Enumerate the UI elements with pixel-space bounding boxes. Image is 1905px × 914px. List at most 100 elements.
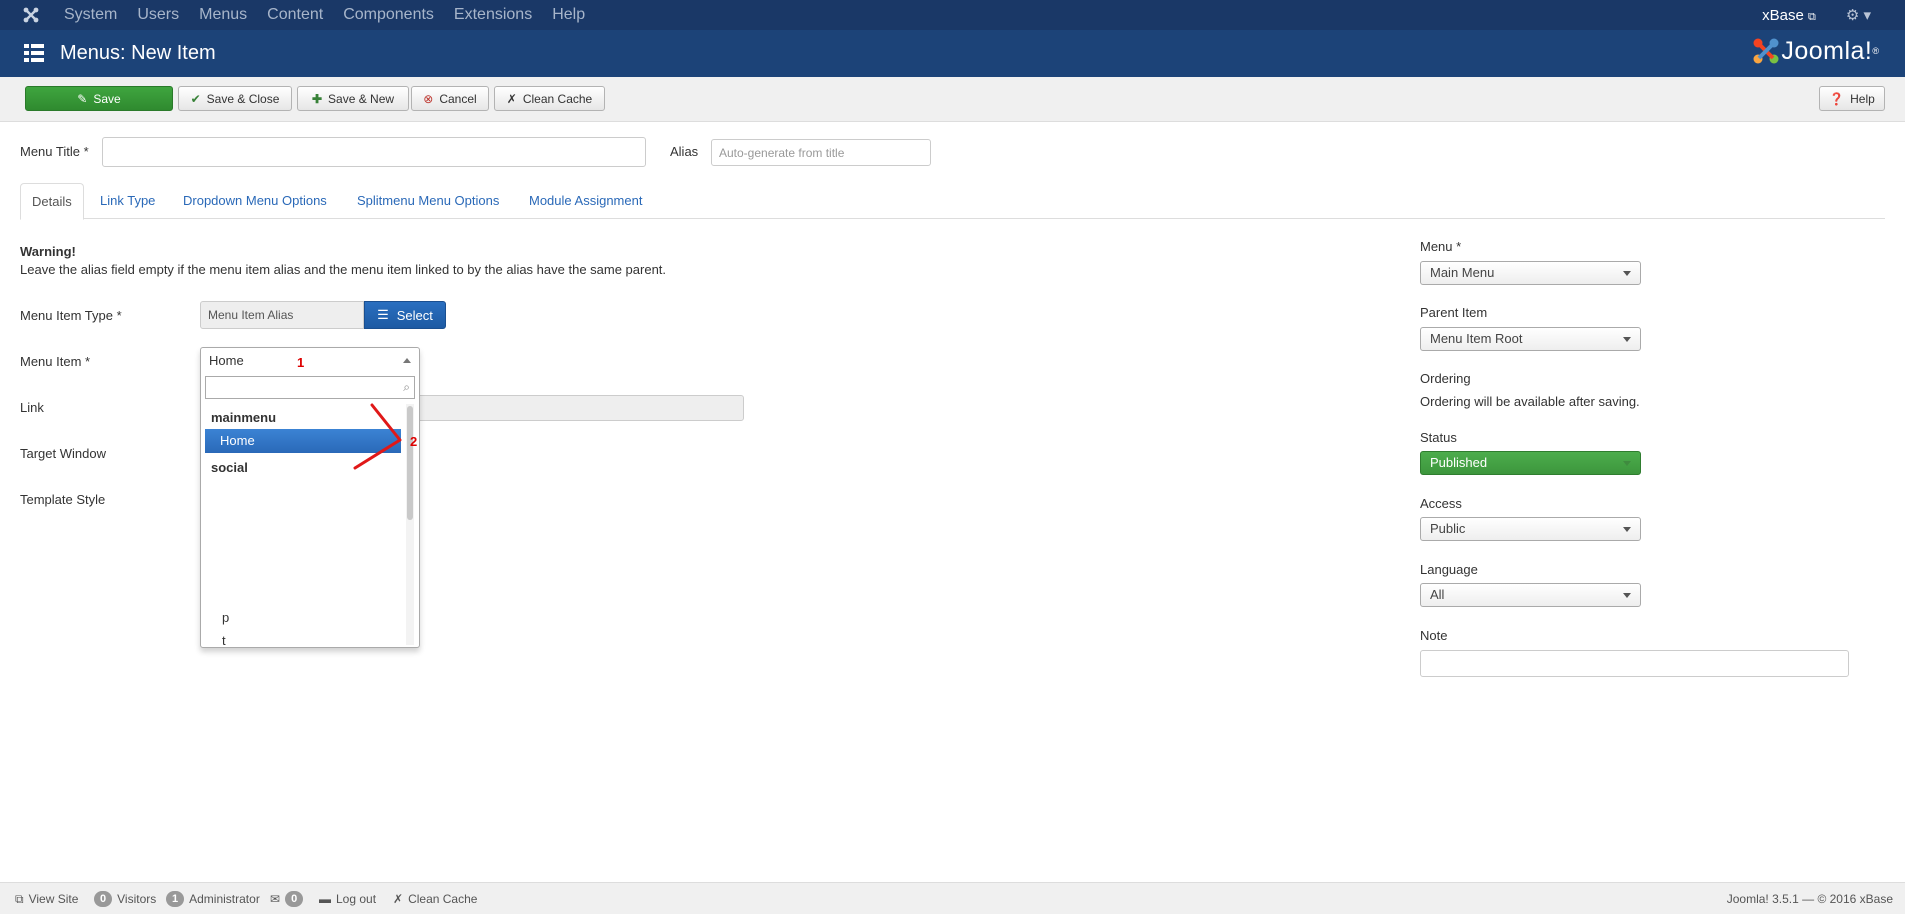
main-nav: System Users Menus Content Components Ex… [64,0,605,30]
nav-item-components[interactable]: Components [343,0,434,30]
visitors-indicator[interactable]: 0 Visitors [94,883,156,914]
site-link[interactable]: xBase ⧉ [1762,7,1816,24]
joomla-brand-icon [1753,38,1779,64]
clean-cache-footer-label: Clean Cache [408,892,478,906]
link-label: Link [20,400,44,415]
mail-icon: ✉ [270,892,281,906]
footer-clean-cache-link[interactable]: ✗ Clean Cache [393,883,477,914]
plus-icon: ✚ [311,91,323,106]
view-site-label: View Site [28,892,79,906]
warning-title: Warning! [20,244,76,259]
menu-select-value: Main Menu [1430,265,1495,280]
search-icon: ⌕ [403,380,410,394]
help-button[interactable]: ❓ Help [1819,86,1885,111]
chevron-down-icon [1623,527,1631,532]
target-window-label: Target Window [20,446,106,461]
note-input[interactable] [1420,650,1849,677]
option-group-mainmenu: mainmenu [211,410,277,425]
log-out-link[interactable]: ▬ Log out [319,883,376,914]
template-style-label: Template Style [20,492,106,507]
ordering-label: Ordering [1420,371,1471,386]
option-group-social: social [211,460,248,475]
annotation-marker-2: 2 [410,434,418,449]
option-p[interactable]: p [205,606,401,630]
language-select[interactable]: All [1420,583,1641,607]
top-nav-bar: System Users Menus Content Components Ex… [0,0,1905,30]
menu-title-label: Menu Title * [20,144,89,159]
menu-title-input[interactable] [102,137,646,167]
minus-icon: ▬ [319,892,331,906]
cancel-button[interactable]: ⊗ Cancel [411,86,489,111]
page-title: Menus: New Item [60,42,216,64]
note-label: Note [1420,628,1448,643]
version-label: Joomla! 3.5.1 [1726,892,1799,906]
nav-item-system[interactable]: System [64,0,117,30]
visitors-count: 0 [94,891,113,907]
status-select[interactable]: Published [1420,451,1641,475]
status-value: Published [1430,455,1488,470]
nav-item-extensions[interactable]: Extensions [454,0,532,30]
cancel-icon: ⊗ [423,91,434,106]
save-button[interactable]: ✎ Save [25,86,173,111]
messages-indicator[interactable]: ✉ 0 [270,883,304,914]
nav-item-menus[interactable]: Menus [199,0,247,30]
warning-text: Leave the alias field empty if the menu … [20,262,667,277]
clean-cache-button[interactable]: ✗ Clean Cache [494,86,605,111]
save-new-label: Save & New [328,91,395,106]
ordering-text: Ordering will be available after saving. [1420,394,1640,409]
access-select[interactable]: Public [1420,517,1641,541]
parent-item-value: Menu Item Root [1430,331,1523,346]
status-footer: ⧉ View Site 0 Visitors 1 Administrator ✉ 0 ▬… [0,882,1905,914]
view-site-link[interactable]: ⧉ View Site [15,883,78,914]
menu-item-dropdown[interactable]: Home ⌕ mainmenu Home social p t [200,347,420,648]
clean-cache-label: Clean Cache [522,91,593,106]
cancel-label: Cancel [439,91,477,106]
administrator-label: Administrator [189,892,260,906]
save-close-label: Save & Close [206,91,280,106]
dropdown-search-input[interactable]: ⌕ [205,376,415,399]
tab-link-type[interactable]: Link Type [100,183,155,219]
alias-input[interactable]: Auto-generate from title [711,139,931,166]
chevron-down-icon [1623,461,1631,466]
parent-item-label: Parent Item [1420,305,1488,320]
tab-dropdown-menu-options[interactable]: Dropdown Menu Options [183,183,327,219]
admin-count: 1 [166,891,185,907]
annotation-marker-1: 1 [297,355,305,370]
broom-icon: ✗ [393,892,404,906]
chevron-down-icon [1623,593,1631,598]
broom-icon: ✗ [506,91,517,106]
site-name: xBase [1762,6,1804,24]
joomla-logo-icon[interactable] [22,6,40,24]
joomla-brand: Joomla! ® [1751,34,1879,68]
menu-item-selected[interactable]: Home [201,348,419,374]
save-close-button[interactable]: ✔ Save & Close [178,86,292,111]
alias-label: Alias [670,144,699,159]
save-label: Save [93,91,121,106]
tab-splitmenu-menu-options[interactable]: Splitmenu Menu Options [357,183,499,219]
nav-item-help[interactable]: Help [552,0,585,30]
menu-item-type-label: Menu Item Type * [20,308,122,323]
copyright-label: — © 2016 xBase [1802,892,1893,906]
gear-icon[interactable]: ⚙ ▾ [1846,6,1871,24]
nav-item-content[interactable]: Content [267,0,323,30]
tab-details[interactable]: Details [20,183,84,220]
select-type-button[interactable]: ☰ Select [364,301,446,329]
brand-name: Joomla! [1781,36,1873,65]
menu-select[interactable]: Main Menu [1420,261,1641,285]
language-label: Language [1420,562,1478,577]
question-icon: ❓ [1829,91,1845,106]
access-label: Access [1420,496,1462,511]
administrator-indicator[interactable]: 1 Administrator [166,883,260,914]
parent-item-select[interactable]: Menu Item Root [1420,327,1641,351]
status-label: Status [1420,430,1457,445]
edit-icon: ✎ [77,91,88,106]
menu-item-type-field: Menu Item Alias [200,301,364,329]
visitors-label: Visitors [117,892,157,906]
save-new-button[interactable]: ✚ Save & New [297,86,409,111]
option-t[interactable]: t [205,629,401,645]
log-out-label: Log out [336,892,377,906]
tab-module-assignment[interactable]: Module Assignment [529,183,642,219]
nav-item-users[interactable]: Users [137,0,179,30]
link-field [415,395,744,421]
external-link-icon: ⧉ [15,891,24,906]
